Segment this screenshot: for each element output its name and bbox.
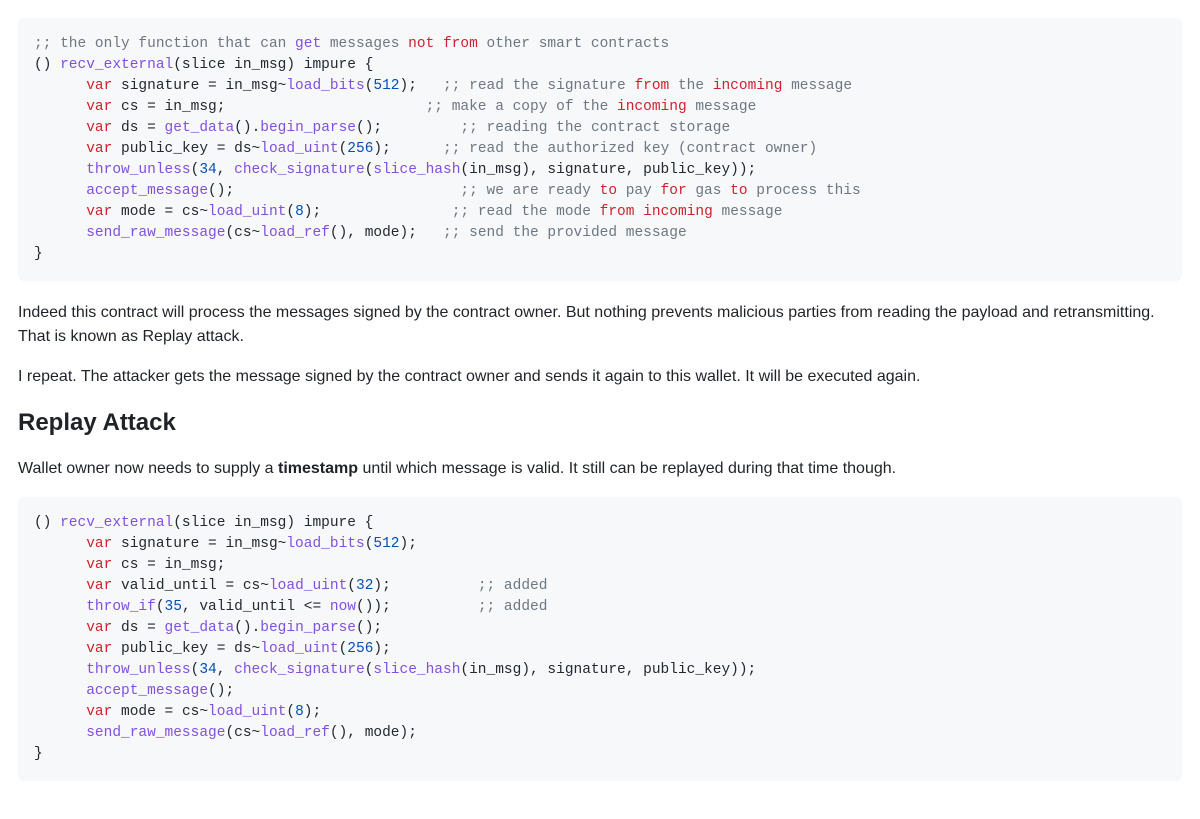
paragraph-3-text-c: until which message is valid. It still c… <box>358 460 896 477</box>
paragraph-3-bold: timestamp <box>278 460 358 477</box>
paragraph-1: Indeed this contract will process the me… <box>18 301 1182 349</box>
heading-replay-attack: Replay Attack <box>18 405 1182 441</box>
paragraph-3: Wallet owner now needs to supply a times… <box>18 457 1182 481</box>
code-block-1: ;; the only function that can get messag… <box>18 18 1182 281</box>
code-block-2: () recv_external(slice in_msg) impure { … <box>18 497 1182 781</box>
paragraph-2: I repeat. The attacker gets the message … <box>18 365 1182 389</box>
paragraph-3-text-a: Wallet owner now needs to supply a <box>18 460 278 477</box>
